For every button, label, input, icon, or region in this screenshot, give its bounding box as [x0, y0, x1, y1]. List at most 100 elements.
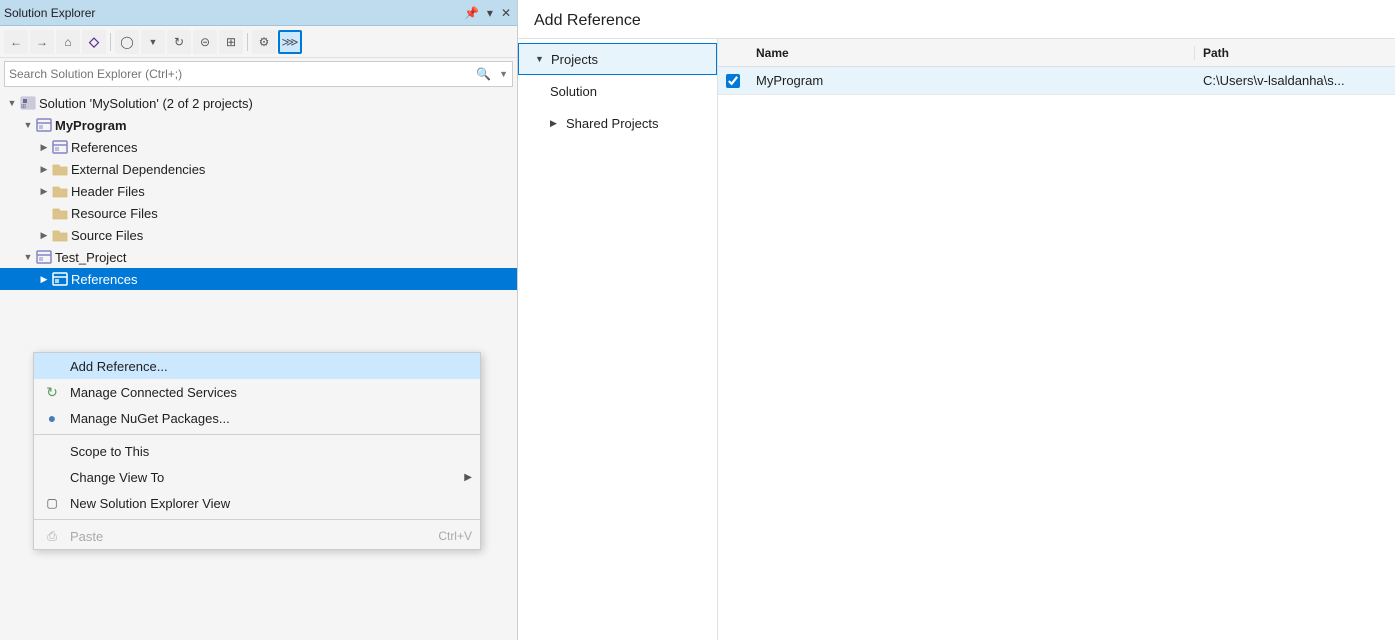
resourcefiles-label: Resource Files — [71, 206, 158, 221]
references1-label: References — [71, 140, 137, 155]
tree-item-extdeps[interactable]: ▶ External Dependencies — [0, 158, 517, 180]
ctx-new-solution-view-label: New Solution Explorer View — [70, 496, 472, 511]
back-button[interactable]: ← — [4, 30, 28, 54]
tree-item-resourcefiles[interactable]: Resource Files — [0, 202, 517, 224]
svg-text:⊞: ⊞ — [21, 104, 26, 110]
ctx-manage-connected[interactable]: ↻ Manage Connected Services — [34, 379, 480, 405]
vs-icon-button[interactable]: ◇ — [82, 30, 106, 54]
ctx-add-reference[interactable]: Add Reference... — [34, 353, 480, 379]
solution-explorer-panel: Solution Explorer 📌 ▾ ✕ ← → ⌂ ◇ ◯ ▼ ↻ ⊝ … — [0, 0, 518, 640]
dropdown-button[interactable]: ▼ — [141, 30, 165, 54]
myprogram-label: MyProgram — [55, 118, 127, 133]
ar-nav-solution[interactable]: Solution — [518, 75, 717, 107]
ar-nav-projects[interactable]: ▼ Projects — [518, 43, 717, 75]
ctx-new-solution-view[interactable]: ▢ New Solution Explorer View — [34, 490, 480, 516]
se-title-icons: 📌 ▾ ✕ — [462, 4, 513, 22]
expand-solution-icon: ▼ — [4, 98, 20, 108]
ctx-change-view-to[interactable]: Change View To ▶ — [34, 464, 480, 490]
ar-nav-shared-projects-label: Shared Projects — [566, 116, 659, 131]
ctx-paste-shortcut: Ctrl+V — [438, 529, 472, 543]
references2-label: References — [71, 272, 137, 287]
ar-table-row-myprogram[interactable]: MyProgram C:\Users\v-lsaldanha\s... — [718, 67, 1395, 95]
nuget-icon: ● — [42, 410, 62, 426]
extdeps-folder-icon — [52, 161, 68, 177]
refresh-button[interactable]: ↻ — [167, 30, 191, 54]
ar-table-header: Name Path — [718, 39, 1395, 67]
new-solution-view-icon: ▢ — [42, 496, 62, 510]
shared-projects-expand-icon: ▶ — [550, 118, 562, 129]
sync-button[interactable]: ⊞ — [219, 30, 243, 54]
expand-source-icon: ▶ — [36, 230, 52, 241]
expand-ref1-icon: ▶ — [36, 142, 52, 153]
connected-services-icon: ↻ — [42, 384, 62, 401]
pin-icon[interactable]: 📌 — [462, 4, 481, 22]
headerfiles-label: Header Files — [71, 184, 145, 199]
ctx-manage-connected-label: Manage Connected Services — [70, 385, 472, 400]
tree-item-myprogram[interactable]: ▼ MyProgram — [0, 114, 517, 136]
ar-nav-projects-label: Projects — [551, 52, 598, 67]
ar-sidebar: ▼ Projects Solution ▶ Shared Projects — [518, 39, 718, 640]
ctx-scope-to-this[interactable]: Scope to This — [34, 438, 480, 464]
ctx-paste-label: Paste — [70, 529, 418, 544]
search-input[interactable] — [5, 67, 472, 81]
expand-header-icon: ▶ — [36, 186, 52, 197]
home-button[interactable]: ⌂ — [56, 30, 80, 54]
add-reference-panel: Add Reference ▼ Projects Solution ▶ Shar… — [518, 0, 1395, 640]
ctx-scope-to-this-label: Scope to This — [70, 444, 472, 459]
ar-content: ▼ Projects Solution ▶ Shared Projects Na… — [518, 39, 1395, 640]
collapse-button[interactable]: ⊝ — [193, 30, 217, 54]
headerfiles-folder-icon — [52, 183, 68, 199]
ctx-manage-nuget-label: Manage NuGet Packages... — [70, 411, 472, 426]
tree-item-sourcefiles[interactable]: ▶ Source Files — [0, 224, 517, 246]
history-button[interactable]: ◯ — [115, 30, 139, 54]
expand-testproject-icon: ▼ — [20, 252, 36, 262]
ar-title: Add Reference — [534, 12, 1379, 30]
projects-collapse-icon: ▼ — [535, 54, 547, 64]
toolbar-sep2 — [247, 33, 248, 51]
expand-ref2-icon: ▶ — [36, 274, 52, 285]
ctx-change-view-label: Change View To — [70, 470, 464, 485]
tree-item-references1[interactable]: ▶ References — [0, 136, 517, 158]
search-icon: 🔍 — [472, 67, 495, 81]
ctx-paste[interactable]: ⎙ Paste Ctrl+V — [34, 523, 480, 549]
testproject-label: Test_Project — [55, 250, 127, 265]
sourcefiles-label: Source Files — [71, 228, 143, 243]
ar-col-name-header[interactable]: Name — [748, 46, 1195, 60]
forward-button[interactable]: → — [30, 30, 54, 54]
ar-nav-shared-projects[interactable]: ▶ Shared Projects — [518, 107, 717, 139]
expand-myprogram-icon: ▼ — [20, 120, 36, 130]
search-dropdown-icon[interactable]: ▼ — [495, 69, 512, 79]
sourcefiles-folder-icon — [52, 227, 68, 243]
context-menu: Add Reference... ↻ Manage Connected Serv… — [33, 352, 481, 550]
project-icon — [36, 117, 52, 133]
ar-cell-check-myprogram[interactable] — [718, 74, 748, 88]
ar-nav-solution-label: Solution — [550, 84, 597, 99]
ctx-manage-nuget[interactable]: ● Manage NuGet Packages... — [34, 405, 480, 431]
tree-item-references2[interactable]: ▶ References — [0, 268, 517, 290]
dropdown-arrow-icon[interactable]: ▾ — [485, 4, 495, 22]
settings-button[interactable]: ⚙ — [252, 30, 276, 54]
tree-item-solution[interactable]: ▼ ⊞ Solution 'MySolution' (2 of 2 projec… — [0, 92, 517, 114]
change-view-arrow-icon: ▶ — [464, 472, 472, 483]
new-view-button[interactable]: ⋙ — [278, 30, 302, 54]
expand-extdeps-icon: ▶ — [36, 164, 52, 175]
resourcefiles-folder-icon — [52, 205, 68, 221]
ar-cell-path-myprogram: C:\Users\v-lsaldanha\s... — [1195, 73, 1395, 88]
tree-item-testproject[interactable]: ▼ Test_Project — [0, 246, 517, 268]
se-search-bar[interactable]: 🔍 ▼ — [4, 61, 513, 87]
ar-col-path-header[interactable]: Path — [1195, 46, 1395, 60]
tree-item-headerfiles[interactable]: ▶ Header Files — [0, 180, 517, 202]
toolbar-sep1 — [110, 33, 111, 51]
ar-main: Name Path MyProgram C:\Users\v-lsaldanha… — [718, 39, 1395, 640]
se-toolbar: ← → ⌂ ◇ ◯ ▼ ↻ ⊝ ⊞ ⚙ ⋙ — [0, 26, 517, 58]
extdeps-label: External Dependencies — [71, 162, 205, 177]
ar-titlebar: Add Reference — [518, 0, 1395, 39]
close-icon[interactable]: ✕ — [499, 4, 513, 22]
ar-checkbox-myprogram[interactable] — [726, 74, 740, 88]
solution-icon: ⊞ — [20, 95, 36, 111]
ctx-sep2 — [34, 519, 480, 520]
testproject-icon — [36, 249, 52, 265]
references-icon2 — [52, 271, 68, 287]
references-icon1 — [52, 139, 68, 155]
paste-icon: ⎙ — [42, 529, 62, 544]
